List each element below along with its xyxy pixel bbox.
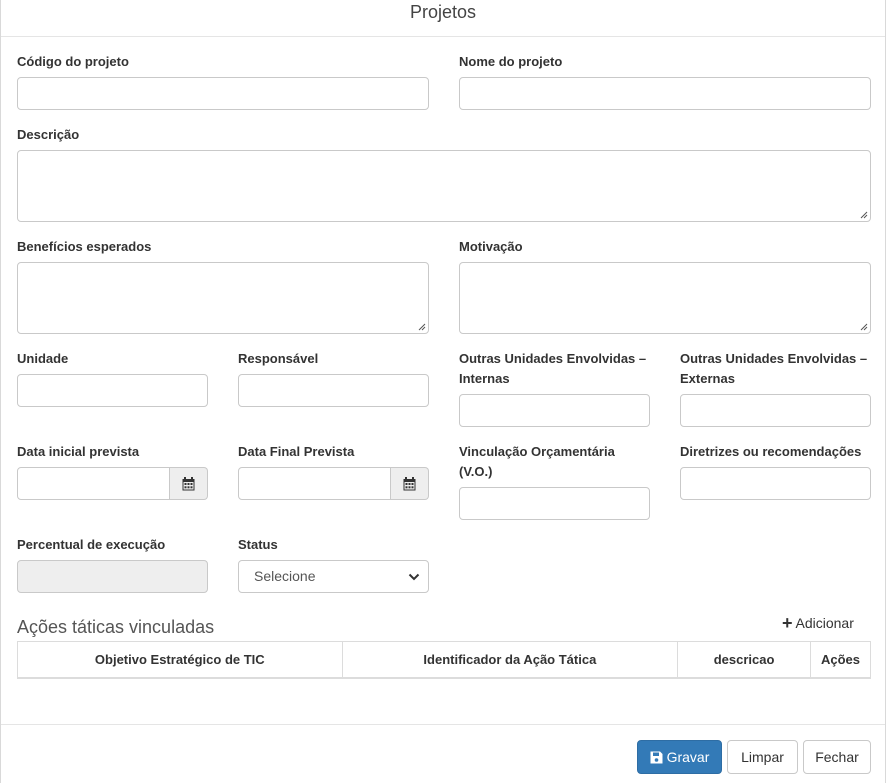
data-final-label: Data Final Prevista (238, 444, 355, 459)
resize-grip-icon[interactable] (858, 321, 868, 331)
data-final-input[interactable] (238, 467, 391, 500)
vinculacao-label-line2: (V.O.) (459, 464, 493, 479)
save-button[interactable]: Gravar (637, 740, 722, 774)
data-inicial-group (17, 467, 208, 500)
percentual-label: Percentual de execução (17, 537, 166, 552)
calendar-icon (182, 476, 195, 490)
nome-label: Nome do projeto (459, 54, 563, 69)
codigo-input[interactable] (17, 77, 429, 110)
beneficios-label: Benefícios esperados (17, 239, 152, 254)
add-acao-label: Adicionar (795, 615, 854, 631)
outras-internas-label-line2: Internas (459, 371, 510, 386)
motivacao-label: Motivação (459, 239, 523, 254)
percentual-input (17, 560, 208, 593)
outras-internas-label-line1: Outras Unidades Envolvidas – (459, 351, 647, 366)
unidade-input[interactable] (17, 374, 208, 407)
data-final-calendar-button[interactable] (391, 467, 429, 500)
data-inicial-label: Data inicial prevista (17, 444, 140, 459)
responsavel-label: Responsável (238, 351, 319, 366)
project-modal: Projetos Código do projeto Nome do proje… (0, 0, 886, 783)
close-button[interactable]: Fechar (803, 740, 871, 774)
status-select[interactable]: Selecione (238, 560, 429, 593)
diretrizes-input[interactable] (680, 467, 871, 500)
outras-externas-label-line1: Outras Unidades Envolvidas – (680, 351, 868, 366)
data-inicial-input[interactable] (17, 467, 170, 500)
outras-externas-input[interactable] (680, 394, 871, 427)
responsavel-input[interactable] (238, 374, 429, 407)
modal-header: Projetos (1, 0, 885, 37)
outras-externas-label-line2: Externas (680, 371, 735, 386)
save-label: Gravar (666, 749, 710, 765)
plus-icon: + (782, 613, 793, 633)
acoes-section-title: Ações táticas vinculadas (17, 617, 215, 637)
vinculacao-label: Vinculação Orçamentária (V.O.) (459, 442, 615, 482)
unidade-label: Unidade (17, 351, 69, 366)
outras-internas-input[interactable] (459, 394, 650, 427)
beneficios-textarea[interactable] (17, 262, 429, 334)
footer-divider (1, 724, 885, 725)
outras-externas-label: Outras Unidades Envolvidas – Externas (680, 349, 867, 389)
acoes-table: Objetivo Estratégico de TIC Identificado… (17, 641, 871, 679)
diretrizes-label: Diretrizes ou recomendações (680, 444, 862, 459)
status-selected-value: Selecione (254, 568, 316, 584)
resize-grip-icon[interactable] (858, 209, 868, 219)
column-header[interactable]: Identificador da Ação Tática (341, 641, 679, 679)
vinculacao-label-line1: Vinculação Orçamentária (459, 444, 615, 459)
nome-input[interactable] (459, 77, 871, 110)
data-final-group (238, 467, 429, 500)
page-title: Projetos (409, 2, 477, 22)
descricao-label: Descrição (17, 127, 80, 142)
clear-button[interactable]: Limpar (727, 740, 798, 774)
add-acao-button[interactable]: + Adicionar (782, 613, 854, 633)
data-inicial-calendar-button[interactable] (170, 467, 208, 500)
floppy-disk-icon (650, 751, 663, 763)
outras-internas-label: Outras Unidades Envolvidas – Internas (459, 349, 646, 389)
column-header[interactable]: descricao (677, 641, 812, 679)
column-header[interactable]: Objetivo Estratégico de TIC (17, 641, 343, 679)
motivacao-textarea[interactable] (459, 262, 871, 334)
calendar-icon (403, 476, 416, 490)
status-label: Status (238, 537, 278, 552)
descricao-textarea[interactable] (17, 150, 871, 222)
chevron-down-icon (408, 573, 420, 581)
column-header[interactable]: Ações (810, 641, 871, 679)
vinculacao-input[interactable] (459, 487, 650, 520)
acoes-table-header-row: Objetivo Estratégico de TIC Identificado… (17, 641, 871, 679)
resize-grip-icon[interactable] (416, 321, 426, 331)
codigo-label: Código do projeto (17, 54, 129, 69)
